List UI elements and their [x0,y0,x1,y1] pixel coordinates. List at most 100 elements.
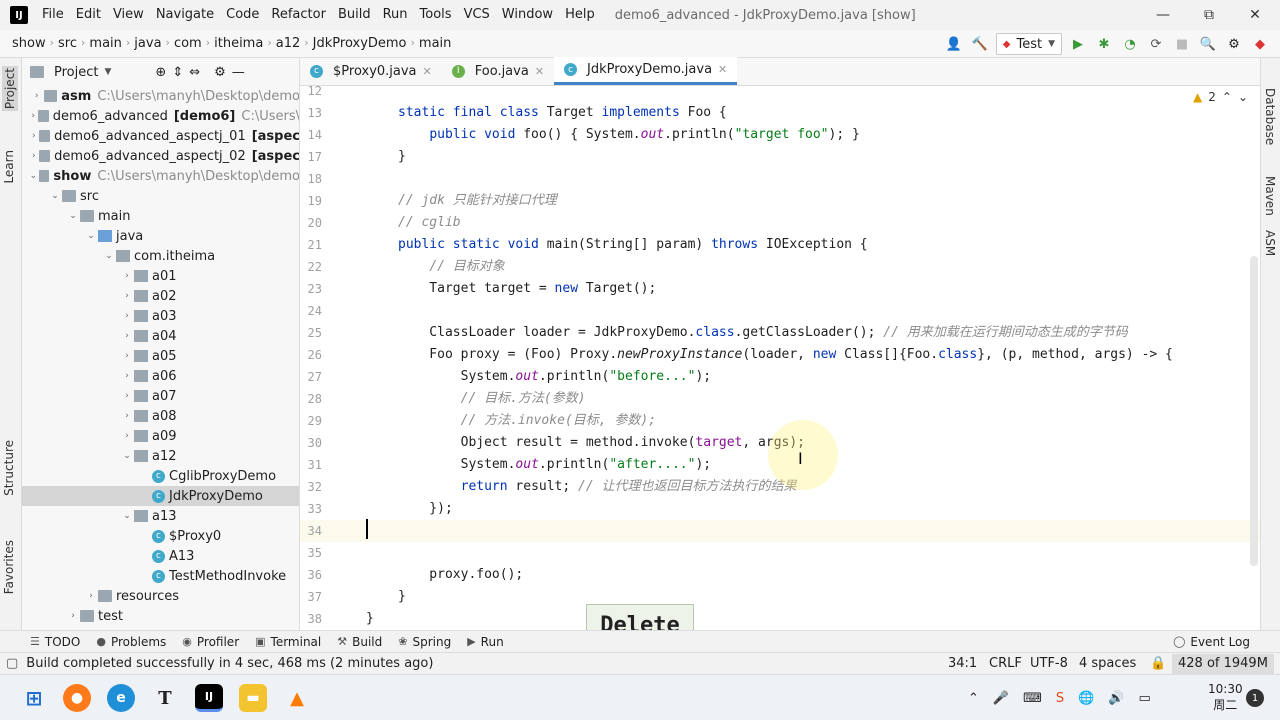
breadcrumb-item[interactable]: JdkProxyDemo [313,36,407,51]
tree-item[interactable]: › a09 [22,426,299,446]
chevron-icon[interactable]: › [120,371,134,381]
tree-item[interactable]: c $Proxy0 [22,526,299,546]
tree-item[interactable]: › a05 [22,346,299,366]
chevron-up-icon[interactable]: ⌃ [968,691,979,706]
stop-icon[interactable]: ■ [1172,34,1192,54]
code-line[interactable]: 17} [300,146,1260,168]
tab-database[interactable]: Database [1263,88,1277,145]
code-line[interactable]: 26 Foo proxy = (Foo) Proxy.newProxyInsta… [300,344,1260,366]
chevron-icon[interactable]: › [120,291,134,301]
user-icon[interactable]: 👤 [944,34,964,54]
tool-profiler-button[interactable]: ◉ Profiler [174,635,247,649]
chevron-icon[interactable]: › [66,611,80,621]
tree-item[interactable]: › a02 [22,286,299,306]
code-line[interactable]: 24 [300,300,1260,322]
windows-start-icon[interactable]: ⊞ [20,684,48,712]
volume-icon[interactable]: 🔊 [1108,691,1124,706]
tree-item[interactable]: › asm C:\Users\manyh\Desktop\demo [22,86,299,106]
tree-item[interactable]: › demo6_advanced [demo6] C:\Users\ [22,106,299,126]
tree-item[interactable]: › a01 [22,266,299,286]
code-line[interactable]: 36 proxy.foo(); [300,564,1260,586]
tool-problems-button[interactable]: ● Problems [88,635,174,649]
tree-item[interactable]: c CglibProxyDemo [22,466,299,486]
input-method-icon[interactable]: ⌨ [1023,691,1042,706]
clock[interactable]: 10:30 周二 [1208,681,1243,713]
tree-item[interactable]: c A13 [22,546,299,566]
chevron-up-icon[interactable]: ⌃ [1222,90,1232,104]
file-explorer-icon[interactable]: ▬ [239,684,267,712]
menu-help[interactable]: Help [559,0,601,30]
tree-item[interactable]: ⌄ main [22,206,299,226]
search-icon[interactable]: 🔍 [1198,34,1218,54]
tree-item[interactable]: ⌄ com.itheima [22,246,299,266]
edge-icon[interactable]: e [107,684,135,712]
status-square-icon[interactable]: ▢ [6,656,18,671]
tree-item[interactable]: c JdkProxyDemo [22,486,299,506]
editor-tab[interactable]: c JdkProxyDemo.java ✕ [554,57,738,85]
chevron-icon[interactable]: › [120,311,134,321]
editor-tab[interactable]: I Foo.java ✕ [442,57,554,85]
tool-terminal-button[interactable]: ▣ Terminal [247,635,329,649]
file-encoding[interactable]: UTF-8 [1030,656,1068,671]
app-tray-icon[interactable]: S [1056,691,1064,706]
code-line[interactable]: 34 [300,520,1260,542]
code-line[interactable]: 13 static final class Target implements F… [300,102,1260,124]
expand-all-icon[interactable]: ⇕ [172,65,183,80]
network-icon[interactable]: 🌐 [1078,691,1094,706]
chevron-icon[interactable]: › [120,431,134,441]
indent-setting[interactable]: 4 spaces [1079,656,1136,671]
lock-icon[interactable]: 🔒 [1150,656,1166,671]
close-icon[interactable]: ✕ [535,65,544,78]
gear-icon[interactable]: ⚙ [214,65,226,80]
breadcrumb-item[interactable]: com [174,36,202,51]
tool-build-button[interactable]: ⚒ Build [329,635,390,649]
hide-icon[interactable]: — [232,65,245,80]
tree-item[interactable]: c TestMethodInvoke [22,566,299,586]
chevron-icon[interactable]: ⌄ [120,511,134,521]
collapse-all-icon[interactable]: ⇔ [189,65,200,80]
code-editor[interactable]: 12 13 static final class Target implements… [300,86,1260,630]
menu-tools[interactable]: Tools [414,0,458,30]
chevron-icon[interactable]: › [120,411,134,421]
tree-item[interactable]: › resources [22,586,299,606]
code-line[interactable]: 21 public static void main(String[] param… [300,234,1260,256]
tab-maven[interactable]: Maven [1263,176,1277,216]
code-line[interactable]: 35 [300,542,1260,564]
menu-build[interactable]: Build [332,0,377,30]
chevron-icon[interactable]: › [120,271,134,281]
vlc-icon[interactable]: ▲ [283,684,311,712]
menu-window[interactable]: Window [496,0,559,30]
coverage-icon[interactable]: ◔ [1120,34,1140,54]
inspection-widget[interactable]: ▲ 2 ⌃ ⌄ [1193,90,1248,104]
menu-refactor[interactable]: Refactor [265,0,332,30]
memory-indicator[interactable]: 428 of 1949M [1172,653,1274,674]
profile-icon[interactable]: ⟳ [1146,34,1166,54]
tree-item[interactable]: › a08 [22,406,299,426]
tree-item[interactable]: › a04 [22,326,299,346]
tree-item[interactable]: ⌄ src [22,186,299,206]
code-line[interactable]: 14 public void foo() { System.out.printl… [300,124,1260,146]
chevron-down-icon[interactable]: ⌄ [1238,90,1248,104]
code-line[interactable]: 12 [300,86,1260,102]
menu-navigate[interactable]: Navigate [150,0,220,30]
chevron-icon[interactable]: ⌄ [66,211,80,221]
chevron-icon[interactable]: ⌄ [120,451,134,461]
tree-item[interactable]: ⌄ show C:\Users\manyh\Desktop\demo [22,166,299,186]
chevron-icon[interactable]: › [28,131,39,141]
jetbrains-icon[interactable]: ◆ [1250,34,1270,54]
code-line[interactable]: 38} [300,608,1260,630]
locate-icon[interactable]: ⊕ [155,65,166,80]
chevron-icon[interactable]: › [30,91,44,101]
breadcrumb-item[interactable]: a12 [276,36,301,51]
minimize-button[interactable]: — [1140,0,1186,30]
tree-item[interactable]: › demo6_advanced_aspectj_01 [aspec [22,126,299,146]
run-configuration-select[interactable]: ◆ Test ▼ [995,33,1062,55]
chevron-icon[interactable]: › [84,591,98,601]
code-line[interactable]: 28 // 目标.方法(参数) [300,388,1260,410]
chevron-icon[interactable]: ⌄ [84,231,98,241]
menu-view[interactable]: View [107,0,150,30]
microphone-icon[interactable]: 🎤 [993,691,1009,706]
chevron-icon[interactable]: ⌄ [28,171,39,181]
tab-structure[interactable]: Structure [2,440,16,496]
tree-item[interactable]: › a06 [22,366,299,386]
